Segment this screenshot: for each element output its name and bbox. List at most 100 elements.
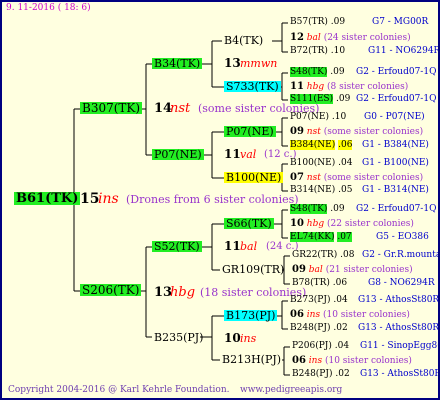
l4-row[interactable]: GR22(TR) .08 [292, 251, 354, 260]
node-b307[interactable]: B307(TK) [80, 102, 143, 114]
l4-num: .05 [338, 185, 353, 195]
l4-name: B57(TR) [290, 17, 328, 27]
l4-note: (22 sister colonies) [327, 219, 414, 229]
l4-row[interactable]: S48(TK) .09 [290, 204, 345, 214]
l4-num: .10 [330, 46, 346, 56]
l4-gen: 10 [290, 218, 304, 229]
l4-gen-row: 06 ins (10 sister colonies) [292, 356, 412, 366]
l4-row[interactable]: P206(PJ) .04 [292, 342, 349, 351]
l4-mark: ins [308, 356, 323, 366]
l4-note: (some sister colonies) [323, 127, 424, 137]
l4-origin: G2 - Erfoud07-1Q [356, 67, 437, 77]
l4-name: B78(TR) [292, 278, 330, 288]
l4-origin: G13 - AthosSt80R [358, 295, 440, 305]
p07-mark: val [240, 148, 257, 161]
root-note: (Drones from 6 sister colonies) [126, 193, 299, 206]
node-s206[interactable]: S206(TK) [80, 284, 142, 296]
l4-origin: G11 - NO6294R [368, 46, 440, 56]
l4-row[interactable]: B273(PJ) .04 [290, 296, 348, 305]
node-s52[interactable]: S52(TK) [152, 241, 202, 252]
l4-num: .06 [332, 278, 348, 288]
l4-gen-row: 11 hbg (8 sister colonies) [290, 82, 408, 92]
l4-gen: 09 [290, 126, 304, 137]
l4-row[interactable]: EL74(KK) .07 [290, 232, 352, 242]
l4-origin: G1 - B314(NE) [362, 185, 429, 195]
node-b4[interactable]: B4(TK) [224, 35, 263, 46]
l4-row[interactable]: S48(TK) .09 [290, 67, 345, 77]
l4-num: .07 [337, 232, 352, 242]
p07-generation: 11 [224, 147, 241, 161]
l4-name: B248(PJ) [292, 369, 333, 379]
node-b100[interactable]: B100(NE) [224, 172, 284, 183]
l4-name: B314(NE) [290, 185, 336, 195]
l4-origin: G8 - NO6294R [368, 278, 435, 288]
node-b213h[interactable]: B213H(PJ) [222, 354, 281, 365]
s52-generation: 11 [224, 239, 241, 253]
l4-gen-row: 06 ins (10 sister colonies) [290, 310, 410, 320]
l4-name: EL74(KK) [290, 232, 335, 242]
l4-gen: 06 [292, 355, 306, 366]
node-b34[interactable]: B34(TK) [152, 58, 203, 69]
l4-origin: G2 - Erfoud07-1Q [356, 94, 437, 104]
root-node[interactable]: B61(TK) [14, 192, 81, 205]
l4-row[interactable]: S111(ES) .09 [290, 94, 351, 104]
l4-mark: hbg [306, 82, 325, 92]
l4-row[interactable]: B57(TR) .09 [290, 18, 345, 27]
l4-name: B100(NE) [290, 158, 336, 168]
l4-name: B72(TR) [290, 46, 328, 56]
l4-name: P206(PJ) [292, 341, 332, 351]
b235-generation: 10 [224, 331, 241, 345]
l4-origin: G7 - MG00R [372, 17, 429, 27]
l4-origin: G1 - B100(NE) [362, 158, 429, 168]
l4-gen: 06 [290, 309, 304, 320]
l4-num: .09 [330, 204, 345, 214]
b307-mark: nst [170, 101, 191, 116]
node-b173[interactable]: B173(PJ) [224, 310, 278, 321]
l4-num: .09 [330, 17, 346, 27]
l4-gen-row: 07 nst (some sister colonies) [290, 173, 423, 183]
root-generation: 15 [80, 191, 100, 207]
l4-mark: bal [308, 265, 323, 275]
l4-gen: 09 [292, 264, 306, 275]
l4-name: S111(ES) [290, 94, 334, 104]
l4-num: .09 [335, 94, 351, 104]
l4-origin: G2 - Gr.R.mounta [362, 250, 440, 260]
l4-origin: G11 - SinopEgg86R [360, 341, 438, 351]
l4-row[interactable]: B384(NE) .06 [290, 140, 353, 150]
node-b235[interactable]: B235(PJ) [154, 332, 203, 343]
l4-row[interactable]: P07(NE) .10 [290, 113, 346, 122]
l4-origin: G13 - AthosSt80R [358, 323, 440, 333]
l4-mark: ins [306, 310, 321, 320]
l4-gen-row: 12 bal (24 sister colonies) [290, 33, 411, 43]
node-s66[interactable]: S66(TK) [224, 218, 274, 229]
l4-note: (10 sister colonies) [322, 310, 410, 320]
l4-row[interactable]: B248(PJ) .02 [292, 370, 350, 379]
l4-num: .08 [340, 250, 355, 260]
b235-mark: ins [240, 332, 257, 345]
l4-row[interactable]: B72(TR) .10 [290, 47, 345, 56]
l4-num: .09 [330, 67, 345, 77]
l4-name: B384(NE) [290, 140, 336, 150]
website-link[interactable]: www.pedigreeapis.org [240, 386, 342, 395]
l4-mark: nst [306, 173, 321, 183]
node-p07-l2[interactable]: P07(NE) [152, 149, 204, 160]
l4-num: .04 [333, 295, 348, 305]
s206-mark: hbg [170, 285, 196, 300]
report-date: 9. 11-2016 ( 18: 6) [6, 3, 91, 13]
l4-name: S48(TK) [290, 204, 328, 214]
l4-gen-row: 09 nst (some sister colonies) [290, 127, 423, 137]
node-gr109[interactable]: GR109(TR) [222, 264, 284, 275]
l4-num: .06 [338, 140, 353, 150]
l4-mark: hbg [306, 219, 325, 229]
l4-gen-row: 10 hbg (22 sister colonies) [290, 219, 414, 229]
l4-mark: bal [306, 33, 321, 43]
l4-origin: G13 - AthosSt80R [360, 369, 440, 379]
l4-row[interactable]: B100(NE) .04 [290, 159, 352, 168]
l4-row[interactable]: B248(PJ) .02 [290, 324, 348, 333]
node-p07-l3[interactable]: P07(NE) [224, 126, 276, 137]
l4-note: (24 sister colonies) [323, 33, 411, 43]
root-mark: ins [98, 191, 119, 207]
node-s733[interactable]: S733(TK) [224, 81, 281, 92]
l4-row[interactable]: B314(NE) .05 [290, 186, 352, 195]
l4-row[interactable]: B78(TR) .06 [292, 279, 347, 288]
